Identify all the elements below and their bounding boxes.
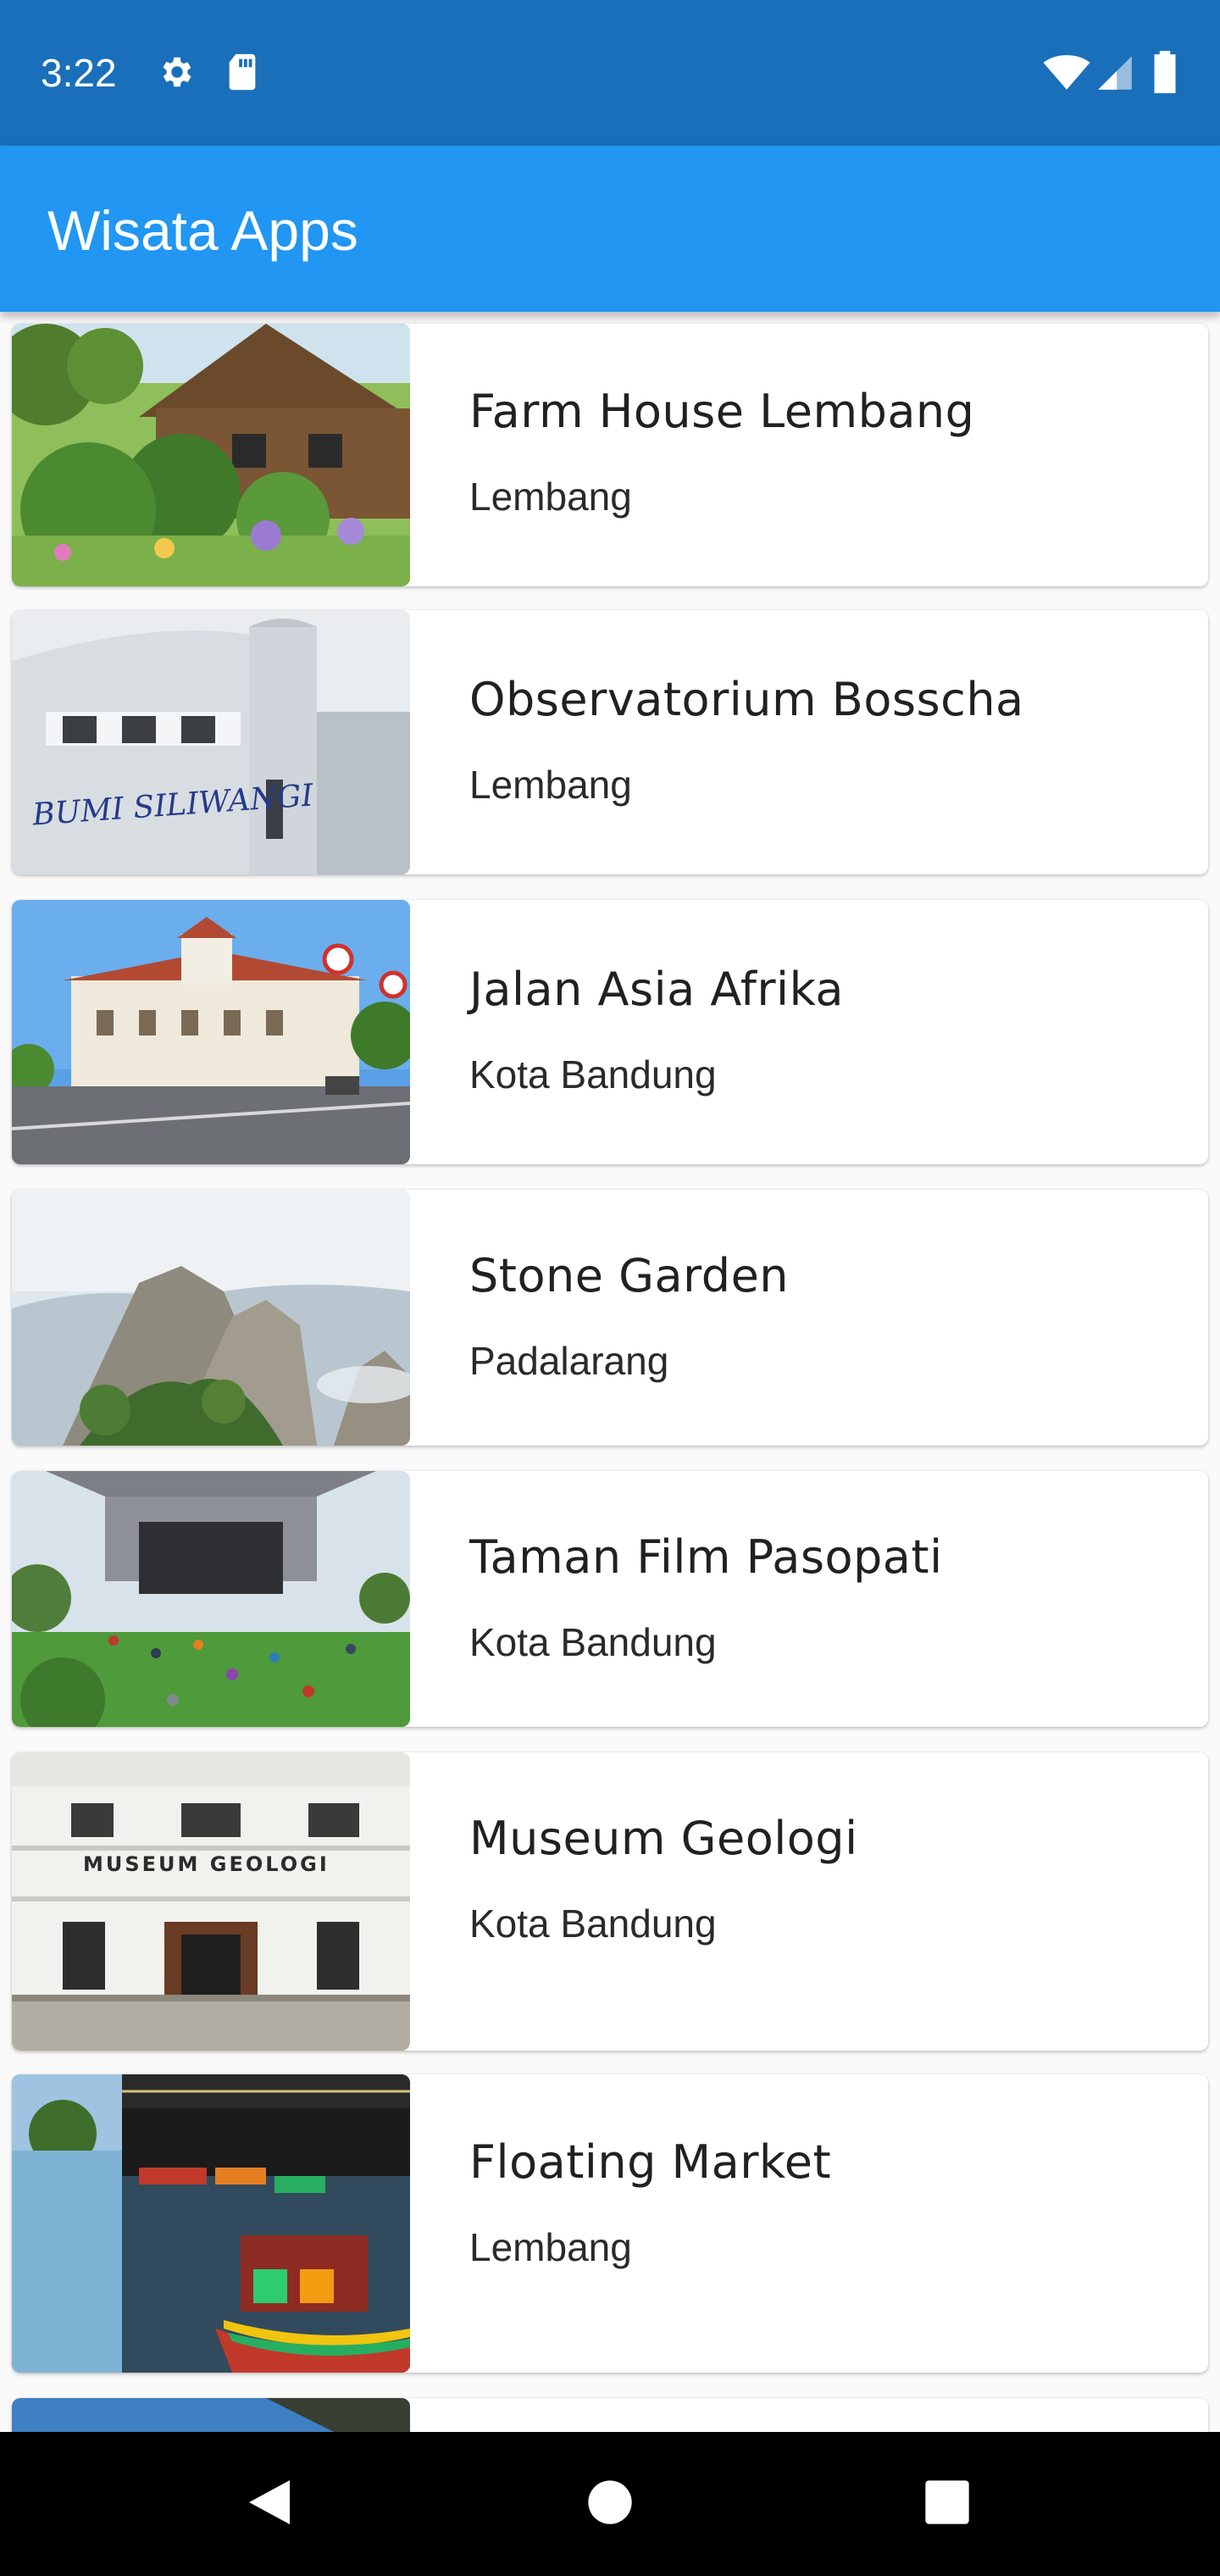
place-location: Lembang [469,2225,632,2269]
status-bar: 3:22 [0,0,1220,146]
sd-card-icon [225,53,259,96]
places-list[interactable]: Farm House Lembang Lembang BUMI SILIWANG… [0,312,1220,2432]
museum-sign: MUSEUM GEOLOGI [83,1852,330,1876]
back-icon [246,2477,293,2532]
place-image: MUSEUM GEOLOGI [12,1752,410,2051]
place-location: Padalarang [469,1339,669,1383]
gear-icon [158,53,197,96]
place-name: Museum Geologi [469,1812,858,1865]
place-name: Observatorium Bosscha [469,673,1024,726]
place-name: Jalan Asia Afrika [469,963,844,1016]
place-name: Stone Garden [469,1249,790,1302]
recents-icon [924,2479,970,2529]
place-card-partial[interactable] [12,2398,1208,2432]
place-name: Farm House Lembang [469,385,975,438]
place-location: Kota Bandung [469,1901,717,1946]
home-button[interactable] [551,2432,669,2576]
place-image [12,1190,410,1446]
place-image [12,2398,410,2432]
place-card-jalan-asia-afrika[interactable]: Jalan Asia Afrika Kota Bandung [12,900,1208,1164]
place-location: Lembang [469,763,632,807]
place-image: BUMI SILIWANGI [12,610,410,874]
app-bar: Wisata Apps [0,146,1220,312]
place-card-farm-house[interactable]: Farm House Lembang Lembang [12,324,1208,586]
place-card-observatorium-bosscha[interactable]: BUMI SILIWANGI Observatorium Bosscha Lem… [12,610,1208,874]
place-location: Lembang [469,475,632,519]
place-card-floating-market[interactable]: Floating Market Lembang [12,2074,1208,2373]
place-image [12,1471,410,1727]
place-card-stone-garden[interactable]: Stone Garden Padalarang [12,1190,1208,1446]
status-time: 3:22 [41,51,117,95]
place-name: Floating Market [469,2135,832,2189]
place-image [12,324,410,586]
navigation-bar [0,2432,1220,2576]
back-button[interactable] [210,2432,329,2576]
place-card-museum-geologi[interactable]: MUSEUM GEOLOGI Museum Geologi Kota Bandu… [12,1752,1208,2051]
app-title: Wisata Apps [47,199,358,262]
battery-icon [1152,51,1178,97]
cellular-signal-icon [1096,54,1134,96]
place-image [12,900,410,1164]
place-card-taman-film-pasopati[interactable]: Taman Film Pasopati Kota Bandung [12,1471,1208,1727]
place-location: Kota Bandung [469,1052,717,1096]
recents-button[interactable] [888,2432,1006,2576]
place-location: Kota Bandung [469,1620,717,1664]
place-name: Taman Film Pasopati [469,1530,943,1584]
home-icon [587,2479,633,2529]
place-image [12,2074,410,2373]
wifi-icon [1042,54,1091,96]
